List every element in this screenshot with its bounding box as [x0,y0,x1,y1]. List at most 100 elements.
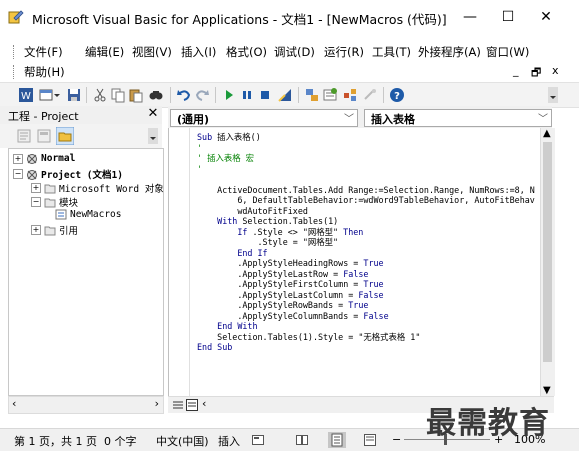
mdi-restore-button[interactable]: 🗗 [531,64,541,83]
paste-icon[interactable] [128,87,144,103]
find-icon[interactable] [148,87,164,103]
menu-debug[interactable]: 调试(D) [274,44,315,60]
menu-help[interactable]: 帮助(H) [24,64,65,80]
minimize-button[interactable]: — [450,5,490,29]
dropdown-arrow-icon[interactable] [53,87,61,103]
code-line[interactable]: ' [197,164,202,174]
code-line[interactable]: End With [197,321,257,331]
code-vertical-scrollbar[interactable]: ▲ ▼ [540,128,555,396]
code-line[interactable]: Sub 插入表格() [197,132,261,142]
code-line[interactable]: .ApplyStyleFirstColumn = True [197,279,383,289]
menu-insert[interactable]: 插入(I) [181,44,216,60]
code-line[interactable]: With Selection.Tables(1) [197,216,338,226]
view-code-icon[interactable] [16,128,32,144]
scroll-thumb[interactable] [543,142,552,362]
procedure-combobox[interactable]: 插入表格 ﹀ [364,109,552,127]
project-horizontal-scrollbar[interactable]: ‹ › [8,396,164,414]
code-token: Selection.Tables(1).Style = "无格式表格 1" [197,331,421,342]
object-combobox[interactable]: (通用) ﹀ [170,109,358,127]
word-count-status[interactable]: 0 个字 [104,433,137,449]
scroll-up-arrow-icon[interactable]: ▲ [543,128,551,139]
menu-edit[interactable]: 编辑(E) [85,44,124,60]
maximize-button[interactable]: ☐ [488,5,528,29]
read-mode-icon[interactable] [296,434,308,446]
menu-grip-handle[interactable] [13,45,17,59]
code-line[interactable]: End Sub [197,342,232,352]
print-layout-icon[interactable] [328,432,346,448]
properties-window-icon[interactable] [322,87,338,103]
tree-node-modules[interactable]: − 模块 [31,195,78,209]
project-explorer-icon[interactable] [304,87,320,103]
menu-addins[interactable]: 外接程序(A) [418,44,481,60]
copy-icon[interactable] [110,87,126,103]
macro-record-icon[interactable] [252,434,264,446]
help-icon[interactable]: ? [389,87,405,103]
expand-toggle[interactable]: + [13,153,23,164]
run-icon[interactable] [221,87,237,103]
title-bar: Microsoft Visual Basic for Applications … [0,0,579,34]
undo-icon[interactable] [176,87,192,103]
scroll-left-arrow-icon[interactable]: ‹ [202,397,206,410]
code-line[interactable]: wdAutoFitFixed [197,206,308,216]
language-status[interactable]: 中文(中国) [156,433,209,449]
code-line[interactable]: ' [197,143,202,153]
cut-icon[interactable] [92,87,108,103]
scroll-right-arrow-icon[interactable]: › [155,397,159,410]
code-line[interactable]: Selection.Tables(1).Style = "无格式表格 1" [197,332,420,342]
web-layout-icon[interactable] [364,434,376,446]
expand-toggle[interactable]: + [31,225,41,235]
code-line[interactable]: End If [197,248,267,258]
project-panel-close-button[interactable]: ✕ [146,107,160,121]
menu-grip-handle-2[interactable] [13,65,17,79]
code-line[interactable]: .Style = "网格型" [197,237,339,247]
code-line[interactable]: .ApplyStyleLastColumn = False [197,290,383,300]
procedure-view-icon[interactable] [172,399,184,411]
break-icon[interactable] [239,87,255,103]
redo-icon[interactable] [194,87,210,103]
toggle-folders-icon[interactable] [56,127,74,145]
design-mode-icon[interactable] [277,87,293,103]
close-button[interactable]: ✕ [526,5,566,29]
code-line[interactable]: .ApplyStyleColumnBands = False [197,311,388,321]
full-module-view-icon[interactable] [186,399,198,411]
code-editor[interactable]: Sub 插入表格() ' ' 插入表格 宏 ' ActiveDocument.Tabl… [168,128,541,396]
mdi-close-button[interactable]: x [552,64,559,77]
menu-run[interactable]: 运行(R) [324,44,364,60]
scroll-left-arrow-icon[interactable]: ‹ [12,397,16,410]
scroll-down-arrow-icon[interactable]: ▼ [543,385,551,396]
word-view-icon[interactable]: W [18,87,34,103]
reset-icon[interactable] [257,87,273,103]
expand-toggle[interactable]: + [31,183,41,193]
project-toolbar-options-icon[interactable] [148,128,158,144]
tree-node-newmacros[interactable]: NewMacros [55,209,121,220]
tree-node-references[interactable]: + 引用 [31,223,78,237]
page-count-status[interactable]: 第 1 页，共 1 页 [14,433,97,449]
toolbox-icon[interactable] [362,87,378,103]
menu-window[interactable]: 窗口(W) [486,44,529,60]
menu-view[interactable]: 视图(V) [132,44,172,60]
collapse-toggle[interactable]: − [13,169,23,179]
menu-format[interactable]: 格式(O) [226,44,267,60]
collapse-toggle[interactable]: − [31,197,41,207]
code-line[interactable]: .ApplyStyleHeadingRows = True [197,258,383,268]
tree-node-word-objects[interactable]: + Microsoft Word 对象 [31,181,163,195]
view-object-icon[interactable] [36,128,52,144]
save-icon[interactable] [66,87,82,103]
code-line[interactable]: .ApplyStyleRowBands = True [197,300,368,310]
code-line[interactable]: If .Style <> "网格型" Then [197,227,363,237]
insert-mode-status[interactable]: 插入 [218,433,240,449]
tree-node-project[interactable]: − Project (文档1) [13,167,123,181]
zoom-out-button[interactable]: − [392,433,401,446]
menu-tools[interactable]: 工具(T) [372,44,411,60]
code-line[interactable]: .ApplyStyleLastRow = False [197,269,368,279]
code-line[interactable]: ActiveDocument.Tables.Add Range:=Selecti… [197,185,535,195]
menu-file[interactable]: 文件(F) [24,44,63,60]
code-margin-indicator-bar[interactable] [169,128,190,396]
code-line[interactable]: 6, DefaultTableBehavior:=wdWord9TableBeh… [197,195,535,205]
mdi-minimize-button[interactable]: _ [513,64,519,77]
tree-node-normal[interactable]: + Normal [13,153,75,164]
code-line[interactable]: ' 插入表格 宏 [197,153,254,163]
toolbar-options-icon[interactable] [548,87,558,103]
insert-userform-icon[interactable] [38,87,54,103]
object-browser-icon[interactable] [342,87,358,103]
